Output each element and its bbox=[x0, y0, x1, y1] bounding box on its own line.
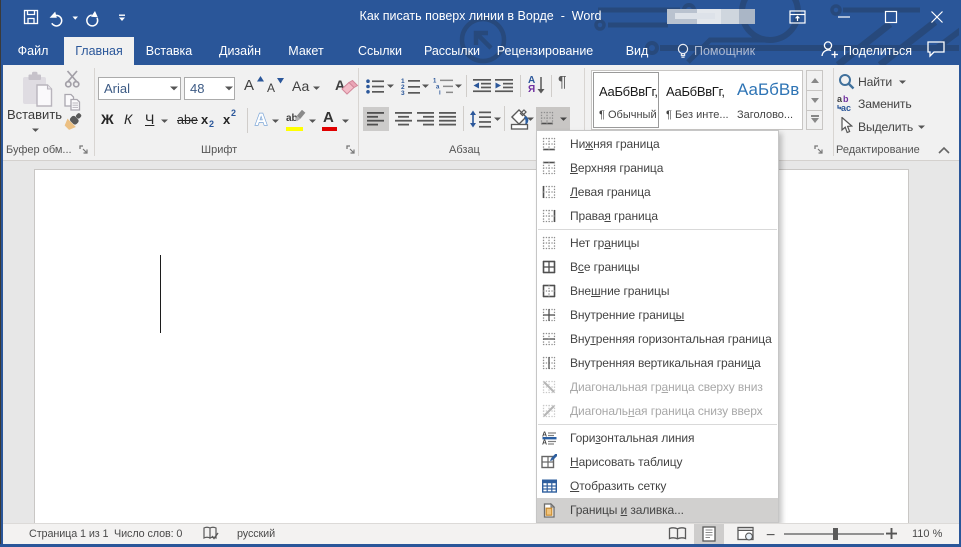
svg-text:3: 3 bbox=[401, 90, 405, 95]
svg-text:ac: ac bbox=[841, 103, 851, 112]
svg-text:A: A bbox=[542, 440, 547, 446]
svg-text:А: А bbox=[255, 110, 267, 129]
svg-text:i: i bbox=[439, 91, 441, 96]
